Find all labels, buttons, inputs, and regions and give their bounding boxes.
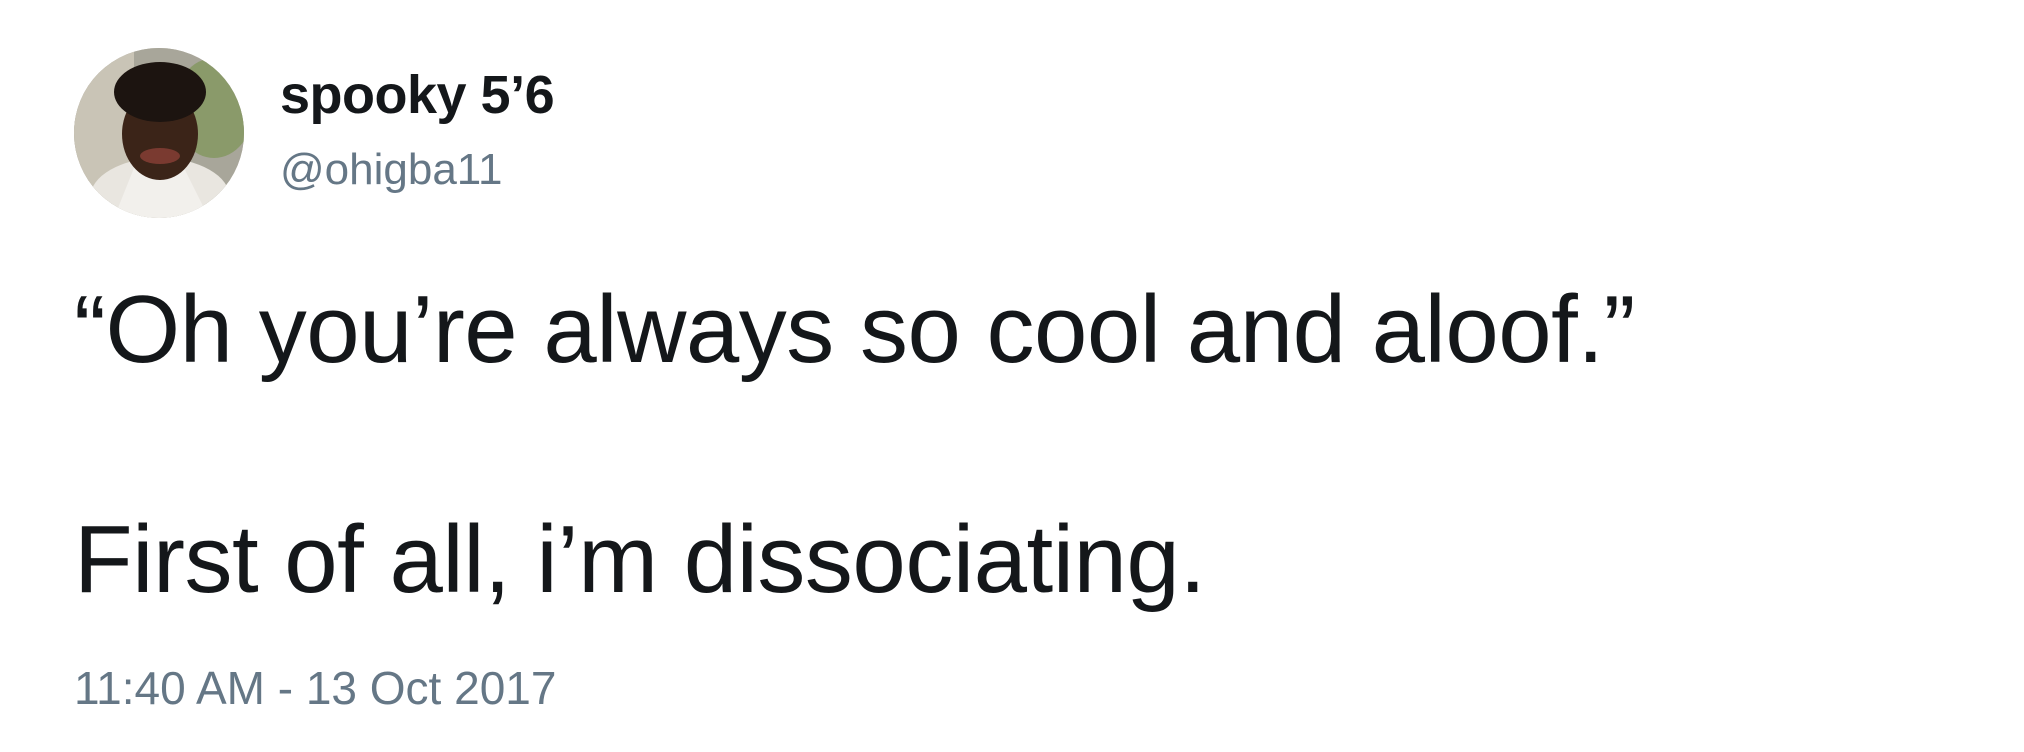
tweet-card: spooky 5’6 @ohigba11 “Oh you’re always s… xyxy=(0,0,2024,752)
avatar[interactable] xyxy=(74,48,244,218)
tweet-text-line: First of all, i’m dissociating. xyxy=(74,506,1206,613)
tweet-timestamp[interactable]: 11:40 AM - 13 Oct 2017 xyxy=(74,656,556,720)
avatar-image xyxy=(74,48,244,218)
tweet-text-line: “Oh you’re always so cool and aloof.” xyxy=(74,276,1635,383)
user-handle[interactable]: @ohigba11 xyxy=(280,140,502,200)
display-name[interactable]: spooky 5’6 xyxy=(280,58,555,132)
